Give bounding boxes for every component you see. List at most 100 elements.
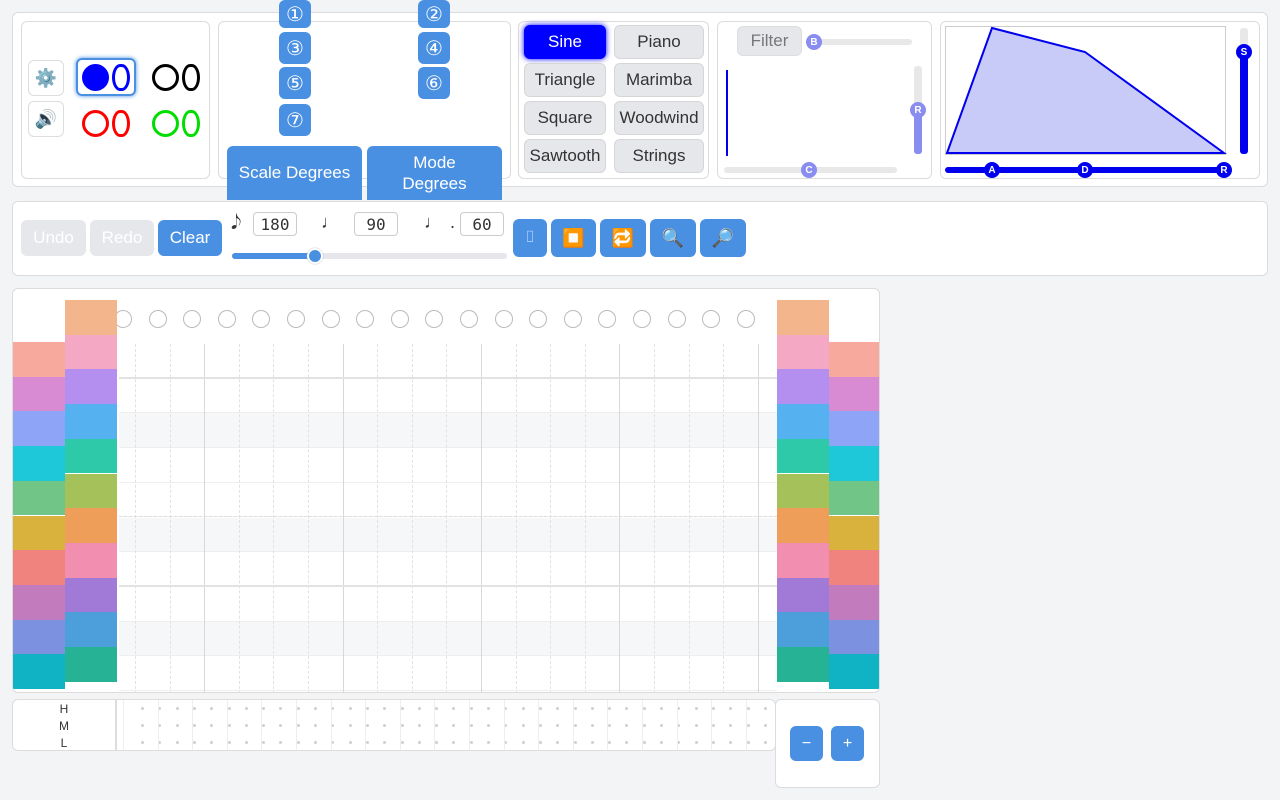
dynamics-dot[interactable]: [746, 707, 750, 710]
dynamics-dot[interactable]: [331, 741, 335, 744]
piano-key-left-outer[interactable]: [13, 584, 65, 620]
dynamics-dot[interactable]: [365, 707, 369, 710]
dynamics-dot[interactable]: [348, 724, 352, 727]
piano-key-left-outer[interactable]: [13, 515, 65, 551]
dynamics-dot[interactable]: [625, 724, 629, 727]
dynamics-dot[interactable]: [625, 707, 629, 710]
beat-marker[interactable]: [248, 333, 264, 349]
dynamics-dot[interactable]: [383, 741, 387, 744]
voice-red[interactable]: [76, 104, 136, 142]
envelope-r-handle[interactable]: R: [1216, 162, 1232, 178]
piano-key-right-outer[interactable]: [829, 446, 879, 481]
dynamics-dot[interactable]: [452, 741, 456, 744]
beat-number[interactable]: [702, 310, 721, 328]
dynamics-dot[interactable]: [227, 741, 231, 744]
dynamics-dot[interactable]: [677, 707, 681, 710]
dynamics-dot[interactable]: [763, 707, 767, 710]
dynamics-dot[interactable]: [192, 707, 196, 710]
dynamics-dot[interactable]: [348, 741, 352, 744]
piano-key-right-outer[interactable]: [829, 376, 879, 412]
dynamics-dot[interactable]: [279, 707, 283, 710]
dynamics-dot[interactable]: [469, 741, 473, 744]
dynamics-dot[interactable]: [729, 724, 733, 727]
beat-marker[interactable]: [559, 333, 575, 349]
zoom-minus-button[interactable]: −: [790, 726, 823, 761]
degree-2-button[interactable]: ②: [418, 0, 450, 28]
instrument-piano-button[interactable]: Piano: [614, 25, 704, 59]
piano-key-left-outer[interactable]: [13, 446, 65, 481]
beat-number[interactable]: [252, 310, 271, 328]
voice-black[interactable]: [146, 58, 206, 96]
dynamics-dot[interactable]: [487, 741, 490, 744]
clear-button[interactable]: Clear: [158, 220, 222, 256]
beat-number[interactable]: [321, 310, 340, 328]
piano-key-left-inner[interactable]: [65, 542, 117, 578]
dynamics-dot[interactable]: [677, 741, 681, 744]
dynamics-dot[interactable]: [556, 741, 560, 744]
dynamics-dot[interactable]: [158, 741, 162, 744]
dynamics-dot[interactable]: [192, 741, 196, 744]
beat-number[interactable]: [390, 310, 409, 328]
beat-marker[interactable]: [663, 333, 679, 349]
dynamics-dot[interactable]: [538, 707, 542, 710]
dynamics-dot[interactable]: [590, 724, 594, 727]
dynamics-dot[interactable]: [608, 707, 612, 710]
beat-marker[interactable]: [594, 333, 610, 349]
piano-key-left-outer[interactable]: [13, 411, 65, 447]
dynamics-dot[interactable]: [262, 707, 266, 710]
dynamics-dot[interactable]: [244, 707, 248, 710]
dynamics-dot[interactable]: [383, 707, 387, 710]
dynamics-dot[interactable]: [694, 741, 698, 744]
dynamics-dot[interactable]: [314, 724, 317, 727]
piano-key-right-outer[interactable]: [829, 342, 879, 377]
instrument-triangle-button[interactable]: Triangle: [524, 63, 606, 97]
grid-row[interactable]: [119, 517, 777, 553]
dynamics-dot[interactable]: [729, 741, 733, 744]
dynamics-dot[interactable]: [296, 724, 300, 727]
piano-key-left-inner[interactable]: [65, 334, 117, 370]
instrument-square-button[interactable]: Square: [524, 101, 606, 135]
dynamics-dot[interactable]: [331, 707, 335, 710]
dynamics-dot[interactable]: [158, 724, 162, 727]
piano-key-right-inner[interactable]: [777, 508, 829, 543]
dynamics-dot[interactable]: [435, 707, 439, 710]
dynamics-dot[interactable]: [296, 707, 300, 710]
degree-3-button[interactable]: ③: [279, 32, 311, 64]
piano-key-right-outer[interactable]: [829, 584, 879, 620]
dynamics-dot[interactable]: [452, 724, 456, 727]
envelope-s-handle[interactable]: S: [1236, 44, 1252, 60]
redo-button[interactable]: Redo: [90, 220, 154, 256]
envelope-a-handle[interactable]: A: [984, 162, 1000, 178]
beat-marker[interactable]: [144, 333, 160, 349]
dynamics-dot[interactable]: [660, 741, 663, 744]
dynamics-dot[interactable]: [504, 724, 508, 727]
piano-key-left-outer[interactable]: [13, 480, 65, 516]
envelope-graph[interactable]: [945, 26, 1227, 156]
dynamics-dot[interactable]: [227, 724, 231, 727]
piano-key-right-outer[interactable]: [829, 654, 879, 689]
dynamics-dot[interactable]: [210, 724, 214, 727]
dynamics-dot[interactable]: [400, 741, 404, 744]
grid-row[interactable]: [119, 586, 777, 622]
dynamics-dot[interactable]: [279, 724, 283, 727]
piano-key-left-inner[interactable]: [65, 577, 117, 613]
piano-key-left-inner[interactable]: [65, 300, 117, 335]
dynamics-dot[interactable]: [417, 741, 421, 744]
piano-key-right-inner[interactable]: [777, 473, 829, 509]
dynamics-dot[interactable]: [141, 724, 144, 727]
dynamics-dot[interactable]: [227, 707, 231, 710]
piano-key-right-outer[interactable]: [829, 515, 879, 551]
dynamics-dot[interactable]: [642, 707, 646, 710]
dynamics-dot[interactable]: [538, 724, 542, 727]
instrument-sine-button[interactable]: Sine: [524, 25, 606, 59]
dynamics-dot[interactable]: [711, 724, 715, 727]
dynamics-dot[interactable]: [694, 707, 698, 710]
instrument-sawtooth-button[interactable]: Sawtooth: [524, 139, 606, 173]
beat-number[interactable]: [667, 310, 686, 328]
zoom-out-button[interactable]: 🔍: [650, 219, 696, 257]
beat-number[interactable]: [217, 310, 236, 328]
grid-row[interactable]: [119, 378, 777, 414]
beat-marker[interactable]: [386, 333, 402, 349]
piano-key-right-outer[interactable]: [829, 619, 879, 655]
dynamics-dot[interactable]: [296, 741, 300, 744]
